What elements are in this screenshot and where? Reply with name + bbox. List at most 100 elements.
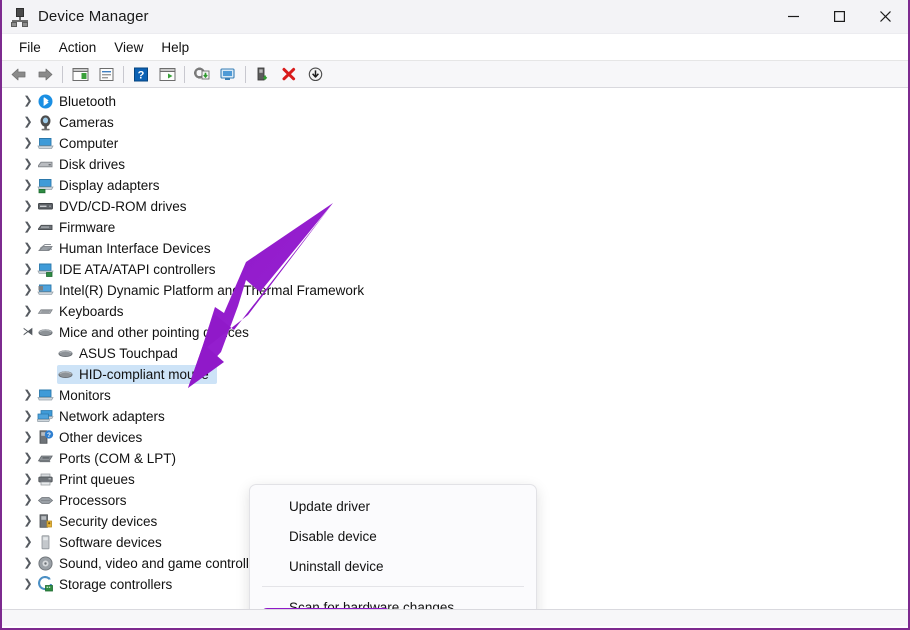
computer-icon [37,135,54,152]
tree-item-firmware[interactable]: ❯ Firmware [2,217,908,238]
close-button[interactable] [862,0,908,33]
tree-item-label: Ports (COM & LPT) [59,451,177,466]
chevron-right-icon[interactable]: ❯ [19,516,37,527]
toolbar-separator [184,65,185,83]
enable-device-icon[interactable] [251,63,275,85]
maximize-button[interactable] [816,0,862,33]
tree-item-label: Sound, video and game controllers [59,556,268,571]
chevron-right-icon[interactable]: ❯ [19,243,37,254]
chevron-right-icon[interactable]: ❯ [19,201,37,212]
properties-panel-icon[interactable] [94,63,118,85]
device-tree[interactable]: ❯ Bluetooth ❯ Cameras ❯ Computer ❯ Disk … [2,88,908,609]
tree-item-label: HID-compliant mouse [79,367,209,382]
chevron-right-icon[interactable]: ❯ [19,474,37,485]
chevron-right-icon[interactable]: ❯ [19,537,37,548]
menu-view[interactable]: View [105,37,152,58]
tree-item-bluetooth[interactable]: ❯ Bluetooth [2,91,908,112]
device-manager-window: Device Manager File Action View Help ? ❯… [0,0,910,630]
tree-item-network-adapters[interactable]: ❯ Network adapters [2,406,908,427]
tree-item-keyboards[interactable]: ❯ Keyboards [2,301,908,322]
chevron-right-icon[interactable]: ❯ [19,558,37,569]
processor-icon [37,492,54,509]
menu-file[interactable]: File [10,37,50,58]
show-hide-action-pane-icon[interactable] [155,63,179,85]
chevron-right-icon[interactable]: ❯ [19,285,37,296]
window-controls [770,0,908,33]
tree-item-other-devices[interactable]: ❯ ? Other devices [2,427,908,448]
svg-text:?: ? [138,69,145,81]
tree-item-human-interface-devices[interactable]: ❯ Human Interface Devices [2,238,908,259]
tree-item-label: Keyboards [59,304,124,319]
minimize-button[interactable] [770,0,816,33]
tree-item-disk-drives[interactable]: ❯ Disk drives [2,154,908,175]
tree-item-ports-com-lpt[interactable]: ❯ Ports (COM & LPT) [2,448,908,469]
scan-for-hardware-changes-icon[interactable] [216,63,240,85]
context-menu[interactable]: Update driver Disable device Uninstall d… [249,484,537,609]
tree-item-label: Firmware [59,220,116,235]
context-menu-item-disable-device[interactable]: Disable device [250,521,536,551]
tree-item-label: Mice and other pointing devices [59,325,249,340]
toolbar-separator [123,65,124,83]
dvd-drive-icon [37,198,54,215]
tree-item-ide-ata-atapi-controllers[interactable]: ❯ IDE ATA/ATAPI controllers [2,259,908,280]
display-adapter-icon [37,177,54,194]
mouse-icon [57,366,74,383]
chevron-right-icon[interactable]: ❯ [19,117,37,128]
uninstall-device-icon[interactable] [277,63,301,85]
chevron-right-icon[interactable]: ❯ [19,390,37,401]
tree-item-asus-touchpad[interactable]: ASUS Touchpad [2,343,908,364]
tree-item-hid-compliant-mouse[interactable]: HID-compliant mouse [2,364,908,385]
chevron-right-icon[interactable]: ❯ [19,222,37,233]
tree-item-label: Network adapters [59,409,165,424]
chevron-right-icon[interactable]: ❯ [19,138,37,149]
title-bar: Device Manager [2,0,908,34]
back-arrow-icon[interactable] [7,63,31,85]
disk-drive-icon [37,156,54,173]
tree-item-label: Bluetooth [59,94,117,109]
window-title: Device Manager [38,8,149,25]
tree-item-label: Print queues [59,472,135,487]
ide-controller-icon [37,261,54,278]
tree-item-label: Display adapters [59,178,160,193]
thermal-framework-icon [37,282,54,299]
tree-item-label: ASUS Touchpad [79,346,178,361]
chevron-right-icon[interactable]: ❯ [19,180,37,191]
context-menu-item-scan-for-hardware-changes[interactable]: Scan for hardware changes [250,592,536,610]
tree-item-computer[interactable]: ❯ Computer [2,133,908,154]
network-adapter-icon [37,408,54,425]
firmware-icon [37,219,54,236]
context-menu-item-update-driver[interactable]: Update driver [250,491,536,521]
tree-item-intel-dynamic-platform-thermal-framework[interactable]: ❯ Intel(R) Dynamic Platform and Thermal … [2,280,908,301]
chevron-right-icon[interactable]: ❯ [19,96,37,107]
chevron-right-icon[interactable]: ❯ [19,411,37,422]
tree-item-mice-and-other-pointing-devices[interactable]: ⧕ Mice and other pointing devices [2,322,908,343]
printer-icon [37,471,54,488]
download-icon[interactable] [303,63,327,85]
tree-item-label: DVD/CD-ROM drives [59,199,187,214]
forward-arrow-icon[interactable] [33,63,57,85]
chevron-right-icon[interactable]: ❯ [19,159,37,170]
tree-item-display-adapters[interactable]: ❯ Display adapters [2,175,908,196]
chevron-right-icon[interactable]: ❯ [19,432,37,443]
annotation-highlight-rectangle [261,608,391,609]
storage-controller-icon [37,576,54,593]
menu-help[interactable]: Help [152,37,198,58]
chevron-right-icon[interactable]: ❯ [19,453,37,464]
show-hide-console-tree-icon[interactable] [68,63,92,85]
tree-item-label: Other devices [59,430,143,445]
context-menu-item-uninstall-device[interactable]: Uninstall device [250,551,536,581]
help-icon[interactable]: ? [129,63,153,85]
bluetooth-icon [37,93,54,110]
chevron-right-icon[interactable]: ❯ [19,495,37,506]
menu-action[interactable]: Action [50,37,106,58]
update-driver-icon[interactable] [190,63,214,85]
tree-item-label: Intel(R) Dynamic Platform and Thermal Fr… [59,283,365,298]
tree-item-cameras[interactable]: ❯ Cameras [2,112,908,133]
chevron-right-icon[interactable]: ❯ [19,264,37,275]
chevron-right-icon[interactable]: ❯ [19,306,37,317]
tree-item-monitors[interactable]: ❯ Monitors [2,385,908,406]
tree-item-dvd-cd-rom-drives[interactable]: ❯ DVD/CD-ROM drives [2,196,908,217]
port-icon [37,450,54,467]
chevron-right-icon[interactable]: ❯ [19,579,37,590]
chevron-down-icon[interactable]: ⧕ [19,327,37,338]
